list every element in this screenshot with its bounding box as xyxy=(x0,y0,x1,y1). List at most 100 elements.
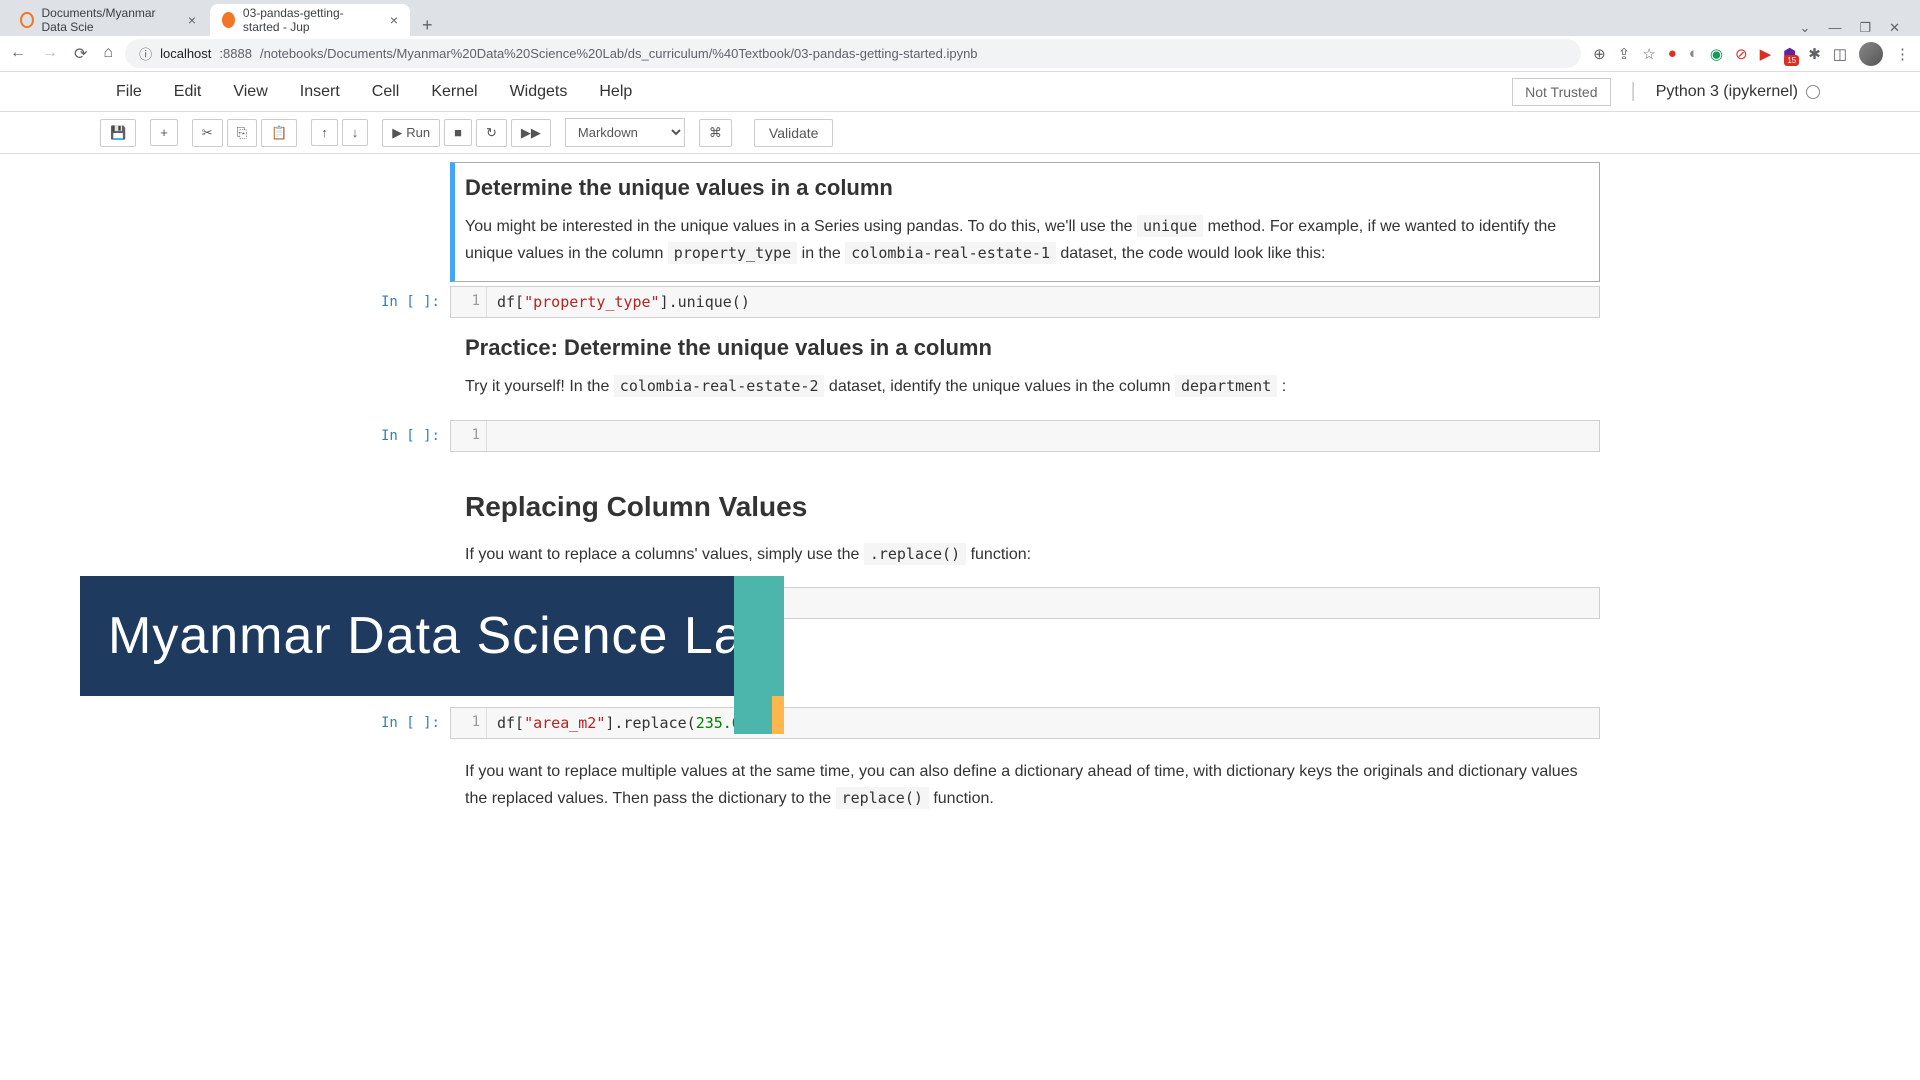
menu-edit[interactable]: Edit xyxy=(158,83,218,101)
inline-code: department xyxy=(1175,375,1277,397)
code-cell[interactable]: In [ ]: 1 df["property_type"].unique() xyxy=(320,286,1600,318)
cell-prompt: In [ ]: xyxy=(320,420,450,452)
code-cell[interactable]: In [ ]: 1 xyxy=(320,420,1600,452)
minimize-icon[interactable]: — xyxy=(1828,20,1841,36)
cell-prompt: In [ ]: xyxy=(320,707,450,739)
markdown-cell[interactable]: Replacing Column Values If you want to r… xyxy=(320,456,1600,583)
copy-button[interactable]: ⎘ xyxy=(227,119,257,147)
paragraph: Try it yourself! In the colombia-real-es… xyxy=(465,373,1585,400)
nav-buttons: ← → ⟳ ⌂ xyxy=(10,44,113,64)
cell-prompt xyxy=(320,743,450,827)
move-up-button[interactable]: ↑ xyxy=(311,119,338,146)
menu-kernel[interactable]: Kernel xyxy=(415,83,493,101)
url-input[interactable]: ⓘ localhost:8888/notebooks/Documents/Mya… xyxy=(125,39,1581,68)
close-window-icon[interactable]: ✕ xyxy=(1889,20,1900,36)
interrupt-button[interactable]: ■ xyxy=(444,119,472,146)
cell-prompt xyxy=(320,456,450,583)
window-controls: ⌄ — ❐ ✕ xyxy=(1800,20,1912,36)
ext-icon[interactable]: ⬢ xyxy=(1783,45,1796,63)
menu-view[interactable]: View xyxy=(217,83,283,101)
tab-title: Documents/Myanmar Data Scie xyxy=(42,6,176,34)
kernel-indicator[interactable]: Python 3 (ipykernel) xyxy=(1656,83,1820,101)
paste-button[interactable]: 📋 xyxy=(261,119,297,147)
ext-icon[interactable]: ▶ xyxy=(1760,45,1772,63)
kernel-name: Python 3 (ipykernel) xyxy=(1656,83,1798,101)
markdown-cell[interactable]: If you want to replace multiple values a… xyxy=(320,743,1600,827)
url-port: :8888 xyxy=(219,46,252,61)
cell-prompt xyxy=(320,162,450,282)
code-editor[interactable]: df["property_type"].unique() xyxy=(487,287,1599,317)
menu-insert[interactable]: Insert xyxy=(284,83,356,101)
inline-code: colombia-real-estate-1 xyxy=(845,242,1056,264)
ext-icon[interactable]: ◉ xyxy=(1710,45,1723,63)
restart-run-all-button[interactable]: ▶▶ xyxy=(511,119,551,147)
code-cell[interactable]: In [ ]: 1 df["area_m2"].replace(235.0, 0… xyxy=(320,707,1600,739)
not-trusted-button[interactable]: Not Trusted xyxy=(1512,78,1610,106)
code-editor[interactable]: df["area_m2"].replace(235.0, 0) xyxy=(487,708,1599,738)
command-palette-button[interactable]: ⌘ xyxy=(699,119,732,147)
line-number: 1 xyxy=(451,421,487,451)
restart-button[interactable]: ↻ xyxy=(476,119,507,147)
line-number: 1 xyxy=(451,287,487,317)
line-number: 1 xyxy=(451,708,487,738)
menu-file[interactable]: File xyxy=(100,83,158,101)
markdown-cell[interactable]: Practice: Determine the unique values in… xyxy=(320,322,1600,415)
move-down-button[interactable]: ↓ xyxy=(342,119,369,146)
menu-widgets[interactable]: Widgets xyxy=(494,83,584,101)
code-editor[interactable] xyxy=(487,421,1599,451)
menu-help[interactable]: Help xyxy=(583,83,648,101)
cell-prompt xyxy=(320,322,450,415)
browser-action-icons: ⊕ ⇪ ☆ ● ◐ ◉ ⊘ ▶ ⬢ ✱ ◫ ⋮ xyxy=(1593,42,1910,66)
ext-icon[interactable]: ● xyxy=(1668,45,1677,62)
chevron-down-icon[interactable]: ⌄ xyxy=(1800,20,1811,36)
inline-code: property_type xyxy=(668,242,797,264)
insert-cell-button[interactable]: + xyxy=(150,119,178,146)
jupyter-icon xyxy=(20,12,34,28)
browser-tab-1[interactable]: 03-pandas-getting-started - Jup × xyxy=(210,4,410,36)
home-icon[interactable]: ⌂ xyxy=(103,44,113,64)
inline-code: .replace() xyxy=(864,543,966,565)
cut-button[interactable]: ✂ xyxy=(192,119,223,147)
back-icon[interactable]: ← xyxy=(10,44,26,64)
paragraph: You might be interested in the unique va… xyxy=(465,213,1585,267)
maximize-icon[interactable]: ❐ xyxy=(1859,20,1871,36)
markdown-cell[interactable]: Determine the unique values in a column … xyxy=(320,162,1600,282)
close-icon[interactable]: × xyxy=(390,12,398,28)
reload-icon[interactable]: ⟳ xyxy=(74,44,87,64)
divider: | xyxy=(1631,80,1636,103)
address-bar: ← → ⟳ ⌂ ⓘ localhost:8888/notebooks/Docum… xyxy=(0,36,1920,72)
watermark-text: Myanmar Data Science Lab xyxy=(108,606,774,666)
ext-icon[interactable]: ◐ xyxy=(1689,45,1698,62)
info-icon[interactable]: ⓘ xyxy=(139,44,152,63)
close-icon[interactable]: × xyxy=(188,12,196,28)
jupyter-toolbar: 💾 + ✂ ⎘ 📋 ↑ ↓ ▶ Run ■ ↻ ▶▶ Markdown ⌘ Va… xyxy=(0,112,1920,154)
browser-tab-0[interactable]: Documents/Myanmar Data Scie × xyxy=(8,4,208,36)
more-icon[interactable]: ⋮ xyxy=(1895,45,1910,63)
tab-title: 03-pandas-getting-started - Jup xyxy=(243,6,378,34)
paragraph: If you want to replace a columns' values… xyxy=(465,541,1585,568)
new-tab-button[interactable]: + xyxy=(412,15,443,36)
kernel-status-icon xyxy=(1806,85,1820,99)
jupyter-icon xyxy=(222,12,235,28)
forward-icon[interactable]: → xyxy=(42,44,58,64)
url-host: localhost xyxy=(160,46,211,61)
zoom-icon[interactable]: ⊕ xyxy=(1593,45,1606,63)
sidepanel-icon[interactable]: ◫ xyxy=(1833,45,1847,63)
run-button[interactable]: ▶ Run xyxy=(382,119,440,147)
watermark-banner: Myanmar Data Science Lab xyxy=(80,576,784,696)
inline-code: unique xyxy=(1137,215,1203,237)
ext-icon[interactable]: ⊘ xyxy=(1735,45,1748,63)
cell-prompt: In [ ]: xyxy=(320,286,450,318)
share-icon[interactable]: ⇪ xyxy=(1618,45,1631,63)
save-button[interactable]: 💾 xyxy=(100,119,136,147)
validate-button[interactable]: Validate xyxy=(754,119,834,147)
cell-type-select[interactable]: Markdown xyxy=(565,118,685,147)
star-icon[interactable]: ☆ xyxy=(1642,45,1655,63)
menu-cell[interactable]: Cell xyxy=(356,83,416,101)
heading: Determine the unique values in a column xyxy=(465,175,1585,201)
jupyter-menu-bar: File Edit View Insert Cell Kernel Widget… xyxy=(0,72,1920,112)
extensions-icon[interactable]: ✱ xyxy=(1808,45,1821,63)
heading: Practice: Determine the unique values in… xyxy=(465,335,1585,361)
profile-avatar[interactable] xyxy=(1859,42,1883,66)
browser-tab-strip: Documents/Myanmar Data Scie × 03-pandas-… xyxy=(0,0,1920,36)
